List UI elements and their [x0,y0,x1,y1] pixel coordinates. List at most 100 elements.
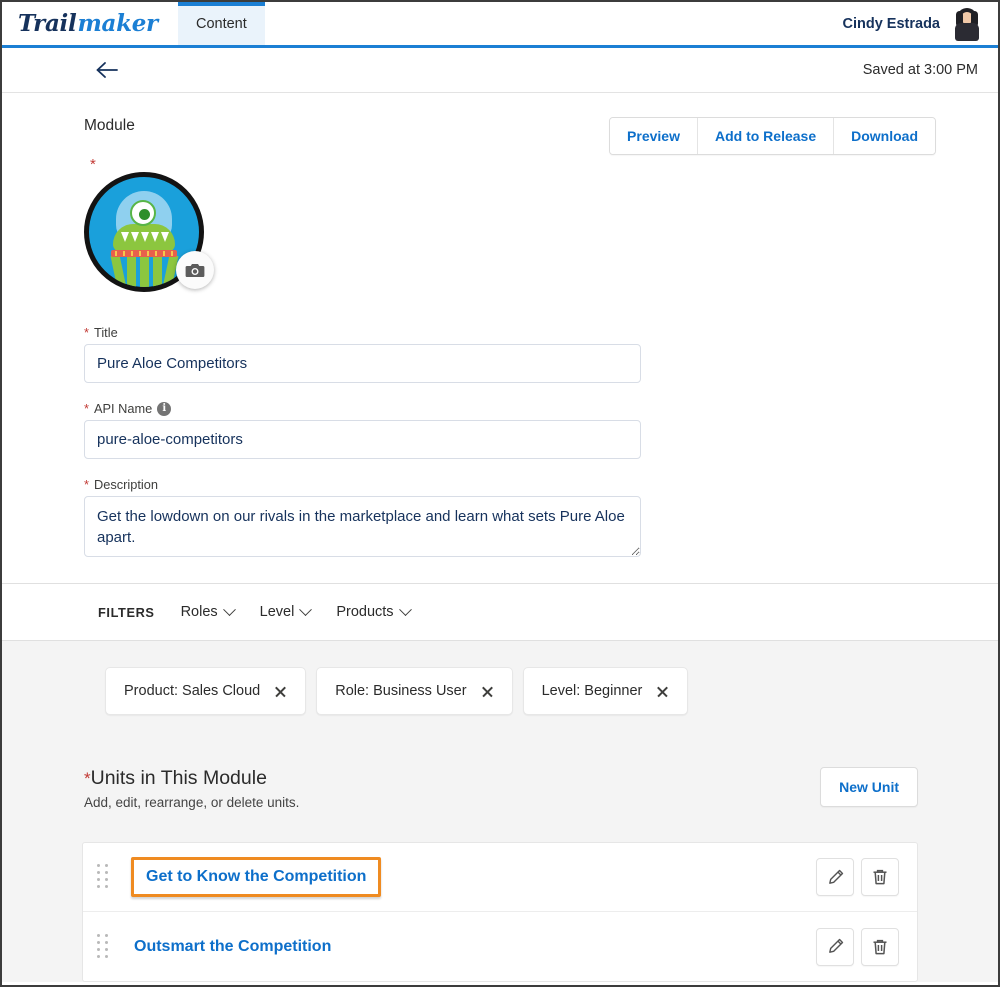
filter-pill-product-label: Product: Sales Cloud [124,683,261,699]
units-section: Product: Sales Cloud Role: Business User… [2,641,998,982]
user-name: Cindy Estrada [842,15,941,32]
units-list: Get to Know the Competition Outsmart the… [82,842,918,982]
filter-dropdown-level[interactable]: Level [259,602,313,620]
alien-band-tick-4 [139,251,141,256]
tab-content-label: Content [195,15,247,32]
logo-text-primary: Trail [18,10,77,37]
saved-status-text: Saved at 3:00 PM [862,62,978,78]
alien-tooth-3 [141,232,149,242]
filter-pill-role[interactable]: Role: Business User [316,667,513,715]
user-area[interactable]: Cindy Estrada [843,2,999,45]
drag-handle-icon[interactable] [97,933,113,960]
close-icon[interactable] [481,685,494,698]
info-icon[interactable]: i [157,401,172,416]
alien-tentacle-4 [153,255,162,287]
close-icon[interactable] [656,685,669,698]
filter-roles-label: Roles [180,604,218,620]
field-description-label: * Description [84,477,641,492]
units-subtitle: Add, edit, rearrange, or delete units. [84,795,300,810]
units-title-text: Units in This Module [90,767,267,789]
trailmaker-logo[interactable]: Trail maker [2,2,178,45]
module-type-label: Module [84,117,135,134]
unit-link-outsmart-the-competition[interactable]: Outsmart the Competition [134,938,331,956]
back-arrow-icon[interactable] [94,57,120,83]
alien-tooth-4 [151,232,159,242]
table-row: Outsmart the Competition [83,912,917,981]
alien-band-tick-6 [155,251,157,256]
required-star: * [84,477,89,492]
units-header-text: *Units in This Module Add, edit, rearran… [84,767,299,810]
field-api-name: * API Name i [84,401,641,459]
alien-body-band [111,250,177,257]
avatar-body [955,22,979,41]
filter-dropdown-roles[interactable]: Roles [180,602,236,620]
field-api-name-label: * API Name i [84,401,641,416]
alien-tentacle-3 [140,255,149,287]
preview-button[interactable]: Preview [610,118,697,154]
field-description: * Description Get the lowdown on our riva… [84,477,641,557]
pencil-icon[interactable] [816,927,854,966]
filters-bar: FILTERS Roles Level Products [2,584,998,641]
chevron-down-icon [222,602,236,616]
title-input[interactable] [84,344,641,383]
alien-tentacle-2 [127,255,136,287]
filter-level-label: Level [259,604,295,620]
add-to-release-button[interactable]: Add to Release [696,118,834,154]
field-title-label: * Title [84,325,641,340]
alien-band-tick-1 [115,251,117,256]
unit-actions [816,927,899,966]
required-star: * [84,401,89,416]
table-row: Get to Know the Competition [83,843,917,912]
filter-pill-role-label: Role: Business User [335,683,467,699]
required-star: * [84,325,89,340]
alien-tooth-1 [121,232,129,242]
pencil-icon[interactable] [816,858,854,896]
description-textarea[interactable]: Get the lowdown on our rivals in the mar… [84,496,641,557]
chevron-down-icon [299,602,313,616]
alien-band-tick-7 [163,251,165,256]
trash-icon[interactable] [861,927,899,966]
module-form-panel: Module Preview Add to Release Download * [2,93,998,584]
unit-actions [816,858,899,896]
filter-pill-product[interactable]: Product: Sales Cloud [105,667,307,715]
filter-dropdown-products[interactable]: Products [336,602,412,620]
active-filter-pills: Product: Sales Cloud Role: Business User… [2,667,998,715]
filters-label: FILTERS [98,604,155,620]
top-navigation-bar: Trail maker Content Cindy Estrada [2,2,998,48]
trash-icon[interactable] [861,858,899,896]
filter-pill-level[interactable]: Level: Beginner [522,667,689,715]
module-action-button-group: Preview Add to Release Download [609,117,936,155]
alien-band-tick-8 [171,251,173,256]
field-title-label-text: Title [93,325,118,340]
field-api-name-label-text: API Name [93,401,153,416]
camera-icon[interactable] [176,251,214,289]
units-header: *Units in This Module Add, edit, rearran… [2,715,998,810]
sub-header-bar: Saved at 3:00 PM [2,48,998,93]
field-description-label-text: Description [93,477,158,492]
api-name-input[interactable] [84,420,641,459]
app-window: Trailmaker Content Cindy Estrada Saved [0,0,1000,987]
filter-pill-level-label: Level: Beginner [541,683,643,699]
chevron-down-icon [398,602,412,616]
unit-link-highlight: Get to Know the Competition [131,857,382,897]
module-avatar-block[interactable]: * [84,157,214,292]
field-title: * Title [84,325,641,383]
alien-tooth-5 [161,232,169,242]
tab-content[interactable]: Content [177,2,265,45]
close-icon[interactable] [274,685,287,698]
download-button[interactable]: Download [833,118,935,154]
unit-link-get-to-know-the-competition[interactable]: Get to Know the Competition [146,868,366,885]
alien-band-tick-3 [131,251,133,256]
user-avatar-icon[interactable] [950,7,984,41]
alien-band-tick-5 [147,251,149,256]
alien-eye-pupil [139,209,150,220]
drag-handle-icon[interactable] [97,864,113,890]
logo-text-secondary: maker [77,10,158,37]
module-image-required-star: * [90,156,96,173]
filter-products-label: Products [336,604,394,620]
alien-tentacle-1 [110,254,127,287]
new-unit-button[interactable]: New Unit [820,767,918,807]
units-title: *Units in This Module [84,767,299,790]
module-header-row: Module Preview Add to Release Download [2,117,998,155]
